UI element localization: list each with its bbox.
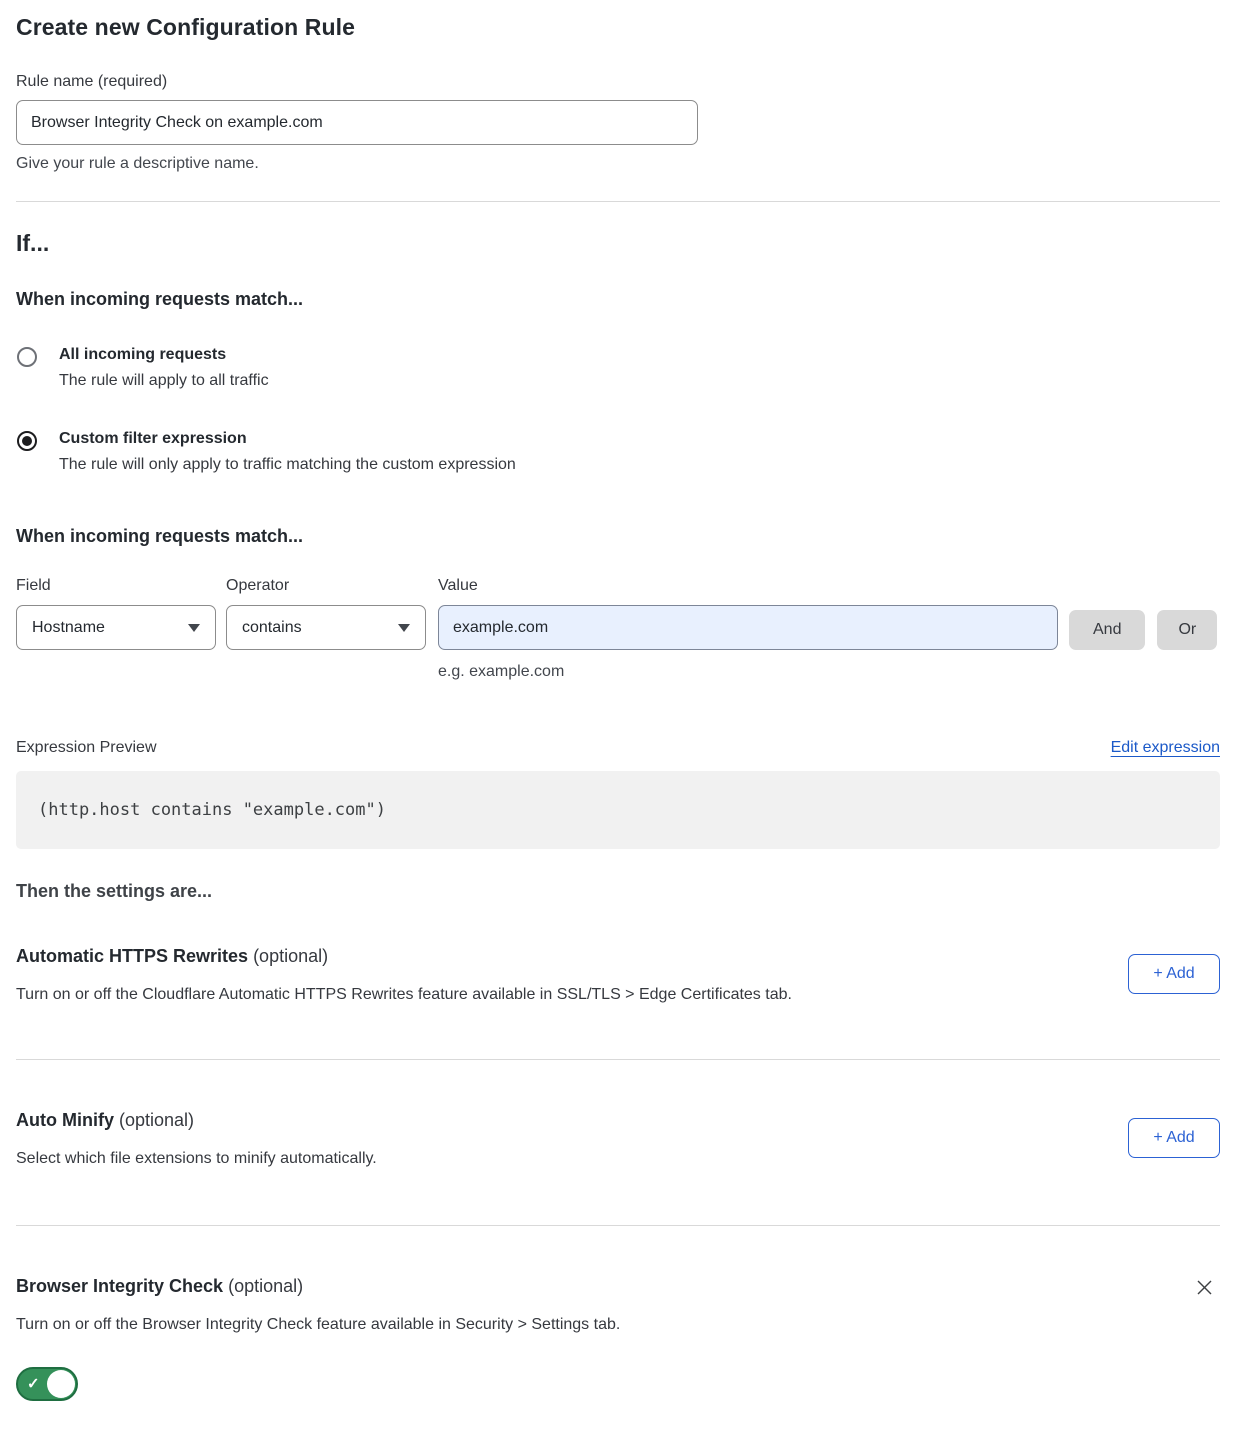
browser-integrity-check-toggle[interactable]: ✓: [16, 1367, 78, 1401]
operator-label: Operator: [226, 577, 426, 595]
add-auto-minify-button[interactable]: + Add: [1128, 1118, 1220, 1158]
toggle-knob[interactable]: [47, 1370, 75, 1398]
and-button[interactable]: And: [1069, 610, 1145, 650]
setting-auto-minify: Auto Minify (optional) Select which file…: [16, 1110, 1220, 1168]
edit-expression-link[interactable]: Edit expression: [1111, 739, 1220, 757]
setting-browser-integrity-check: Browser Integrity Check (optional) Turn …: [16, 1276, 1220, 1406]
setting-title: Browser Integrity Check: [16, 1276, 223, 1296]
value-input[interactable]: [438, 605, 1058, 650]
page-title: Create new Configuration Rule: [16, 14, 1220, 41]
if-heading: If...: [16, 230, 1220, 257]
rule-name-help: Give your rule a descriptive name.: [16, 155, 1220, 173]
value-help: e.g. example.com: [438, 663, 1058, 681]
settings-heading: Then the settings are...: [16, 881, 1220, 902]
radio-icon-selected[interactable]: [17, 431, 37, 451]
value-label: Value: [438, 577, 1058, 595]
setting-description: Select which file extensions to minify a…: [16, 1150, 377, 1168]
add-automatic-https-rewrites-button[interactable]: + Add: [1128, 954, 1220, 994]
field-label: Field: [16, 577, 216, 595]
radio-description: The rule will only apply to traffic matc…: [59, 456, 516, 474]
setting-automatic-https-rewrites: Automatic HTTPS Rewrites (optional) Turn…: [16, 946, 1220, 1004]
field-select-value: Hostname: [32, 619, 105, 637]
expression-preview-code: (http.host contains "example.com"): [16, 771, 1220, 849]
operator-select-value: contains: [242, 619, 302, 637]
rule-name-label: Rule name (required): [16, 73, 1220, 91]
expression-builder-row: Field Hostname Operator contains Value e…: [16, 577, 1220, 681]
rule-name-group: Rule name (required) Give your rule a de…: [16, 73, 1220, 173]
rule-name-input[interactable]: [16, 100, 698, 145]
section-divider: [16, 1225, 1220, 1226]
setting-description: Turn on or off the Browser Integrity Che…: [16, 1316, 620, 1334]
operator-select[interactable]: contains: [226, 605, 426, 650]
match-type-heading: When incoming requests match...: [16, 289, 1220, 310]
radio-option-all-incoming[interactable]: All incoming requests The rule will appl…: [16, 346, 1220, 390]
or-button[interactable]: Or: [1157, 610, 1217, 650]
field-select[interactable]: Hostname: [16, 605, 216, 650]
check-icon: ✓: [27, 1377, 40, 1392]
chevron-down-icon: [188, 624, 200, 632]
expression-preview-label: Expression Preview: [16, 739, 157, 757]
expression-builder-heading: When incoming requests match...: [16, 526, 1220, 547]
section-divider: [16, 1059, 1220, 1060]
radio-description: The rule will apply to all traffic: [59, 372, 269, 390]
setting-title: Auto Minify: [16, 1110, 114, 1130]
section-divider: [16, 201, 1220, 202]
radio-option-custom-filter[interactable]: Custom filter expression The rule will o…: [16, 430, 1220, 474]
radio-label: All incoming requests: [59, 346, 269, 364]
chevron-down-icon: [398, 624, 410, 632]
setting-description: Turn on or off the Cloudflare Automatic …: [16, 986, 792, 1004]
remove-setting-button[interactable]: [1191, 1274, 1218, 1304]
create-configuration-rule-form: Create new Configuration Rule Rule name …: [0, 0, 1237, 1446]
radio-label: Custom filter expression: [59, 430, 516, 448]
radio-icon[interactable]: [17, 347, 37, 367]
close-icon: [1195, 1278, 1214, 1297]
setting-title: Automatic HTTPS Rewrites: [16, 946, 248, 966]
